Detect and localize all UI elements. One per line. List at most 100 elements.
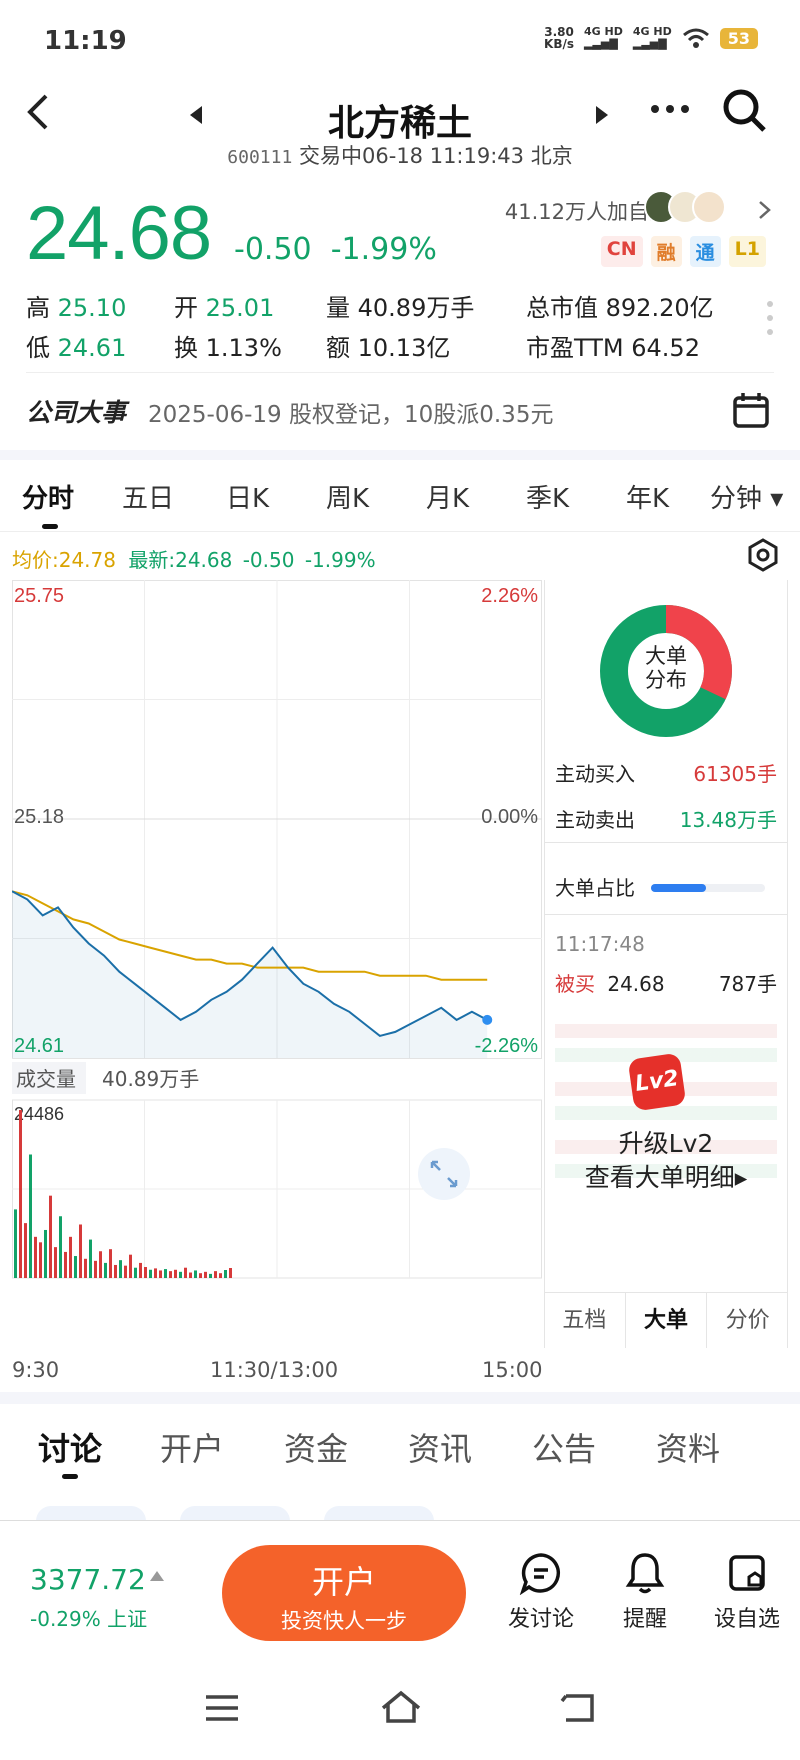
tab-yearly[interactable]: 年K <box>626 478 669 515</box>
volume-bar <box>24 1223 27 1278</box>
calendar-icon[interactable] <box>732 391 770 429</box>
index-value[interactable]: 3377.72 <box>30 1563 146 1596</box>
tab-weekly[interactable]: 周K <box>326 478 369 515</box>
volume-bar <box>194 1270 197 1278</box>
order-panel: 大单 分布 主动买入 61305手 主动卖出 13.48万手 大单占比 11:17:4… <box>544 580 788 1348</box>
upgrade-link[interactable]: 查看大单明细▸ <box>545 1158 787 1194</box>
time-open: 9:30 <box>12 1358 60 1382</box>
tab-quarterly[interactable]: 季K <box>526 478 569 515</box>
more-icon[interactable] <box>650 104 690 114</box>
tab-announcements[interactable]: 公告 <box>532 1424 596 1470</box>
active-buy: 主动买入 61305手 <box>555 762 777 786</box>
tab-discussion[interactable]: 讨论 <box>38 1424 102 1470</box>
stat-open: 开 25.01 <box>174 294 275 322</box>
back-nav-icon[interactable] <box>560 1692 596 1724</box>
volume-total: 40.89万手 <box>102 1067 199 1091</box>
volume-bar <box>209 1273 212 1278</box>
volume-bar <box>184 1267 187 1278</box>
ratio-fill <box>651 884 706 892</box>
next-stock-icon[interactable] <box>594 106 608 124</box>
stat-volume: 量 40.89万手 <box>326 294 475 322</box>
tab-monthly[interactable]: 月K <box>426 478 469 515</box>
add-watchlist-button[interactable]: 设自选 <box>702 1551 792 1633</box>
chevron-right-icon[interactable] <box>758 200 772 220</box>
volume-bar <box>174 1269 177 1278</box>
volume-bar <box>44 1229 47 1278</box>
watcher-avatars[interactable] <box>644 190 726 224</box>
content-tabs: 讨论 开户 资金 资讯 公告 资料 <box>0 1418 800 1479</box>
divider <box>0 450 800 460</box>
volume-bar <box>129 1254 132 1278</box>
chart-info: 均价:24.78 最新:24.68 -0.50 -1.99% <box>12 544 376 573</box>
network-speed: 3.80 KB/s <box>544 25 575 51</box>
volume-bar <box>59 1216 62 1278</box>
volume-bar <box>84 1258 87 1278</box>
volume-bar <box>99 1251 102 1278</box>
price-area <box>12 891 488 1058</box>
upgrade-title[interactable]: 升级Lv2 <box>545 1124 787 1160</box>
volume-bar <box>164 1269 167 1278</box>
price-change: -0.50 -1.99% <box>234 232 437 267</box>
panel-tabs: 五档 大单 分价 <box>544 1292 788 1348</box>
event-text: 2025-06-19 股权登记，10股派0.35元 <box>148 402 554 428</box>
comment-icon <box>519 1553 561 1595</box>
alert-button[interactable]: 提醒 <box>600 1551 690 1633</box>
volume-bar <box>19 1110 22 1278</box>
stock-header: 北方稀土 600111 交易中06-18 11:19:43 北京 <box>0 88 800 168</box>
tab-account[interactable]: 开户 <box>160 1424 224 1470</box>
stat-turnover: 换 1.13% <box>174 334 282 362</box>
discuss-button[interactable]: 发讨论 <box>496 1551 586 1633</box>
battery-icon: 53 <box>719 27 758 49</box>
home-icon[interactable] <box>380 1690 422 1724</box>
volume-bar <box>169 1271 172 1278</box>
y-axis-label-left: 25.75 <box>14 585 64 607</box>
watchlist-icon <box>729 1555 765 1591</box>
index-change[interactable]: -0.29% 上证 <box>30 1603 147 1632</box>
tab-price-levels[interactable]: 分价 <box>706 1293 788 1348</box>
bell-icon <box>625 1553 665 1594</box>
company-event[interactable]: 公司大事 2025-06-19 股权登记，10股派0.35元 <box>26 372 774 442</box>
event-label: 公司大事 <box>26 398 127 427</box>
badge-connect: 通 <box>689 236 721 267</box>
tab-news[interactable]: 资讯 <box>408 1424 472 1470</box>
ratio-track <box>651 884 765 892</box>
tab-5day[interactable]: 五日 <box>122 478 174 515</box>
volume-bar <box>224 1270 227 1278</box>
stock-code: 600111 <box>227 147 293 168</box>
status-icons: 3.80 KB/s 4G HD ▂▃▅▇ 4G HD ▂▃▅▇ 53 <box>544 26 758 50</box>
donut-label: 大单 分布 <box>645 644 687 692</box>
divider <box>0 1392 800 1404</box>
volume-bar <box>89 1239 92 1278</box>
large-order-ratio: 大单占比 <box>555 872 777 901</box>
avatar <box>692 190 726 224</box>
tab-daily[interactable]: 日K <box>226 478 269 515</box>
system-nav-bar <box>0 1660 800 1760</box>
expand-icon[interactable] <box>418 1148 470 1200</box>
intraday-chart[interactable]: 25.75 25.18 24.61 2.26% 0.00% -2.26% 成交量 40.89万… <box>12 580 542 1348</box>
y-axis-label-left: 24.61 <box>14 1035 64 1057</box>
volume-bar <box>114 1264 117 1278</box>
stock-name: 北方稀土 <box>327 103 472 144</box>
tab-profile[interactable]: 资料 <box>656 1424 720 1470</box>
lv2-icon[interactable]: Lv2 <box>627 1052 687 1112</box>
active-sell: 主动卖出 13.48万手 <box>555 808 777 832</box>
tab-funds[interactable]: 资金 <box>284 1424 348 1470</box>
volume-bar <box>39 1242 42 1278</box>
volume-bar <box>149 1269 152 1278</box>
vertical-more-icon[interactable] <box>766 300 774 340</box>
volume-bar <box>179 1271 182 1278</box>
y-axis-label-right: 2.26% <box>481 585 538 607</box>
tab-order-book[interactable]: 五档 <box>544 1293 625 1348</box>
trade-time: 11:17:48 <box>555 932 645 956</box>
volume-bar <box>134 1267 137 1278</box>
stat-high: 高 25.10 <box>26 294 127 322</box>
tab-minute[interactable]: 分钟 ▾ <box>710 478 783 515</box>
menu-icon[interactable] <box>204 1694 240 1722</box>
settings-icon[interactable] <box>746 538 780 572</box>
open-account-button[interactable]: 开户 投资快人一步 <box>222 1545 466 1641</box>
search-icon[interactable] <box>722 88 768 134</box>
volume-bar <box>229 1268 232 1278</box>
badge-cn: CN <box>600 236 643 267</box>
tab-large-orders[interactable]: 大单 <box>624 1293 707 1348</box>
tab-intraday[interactable]: 分时 <box>22 478 74 515</box>
